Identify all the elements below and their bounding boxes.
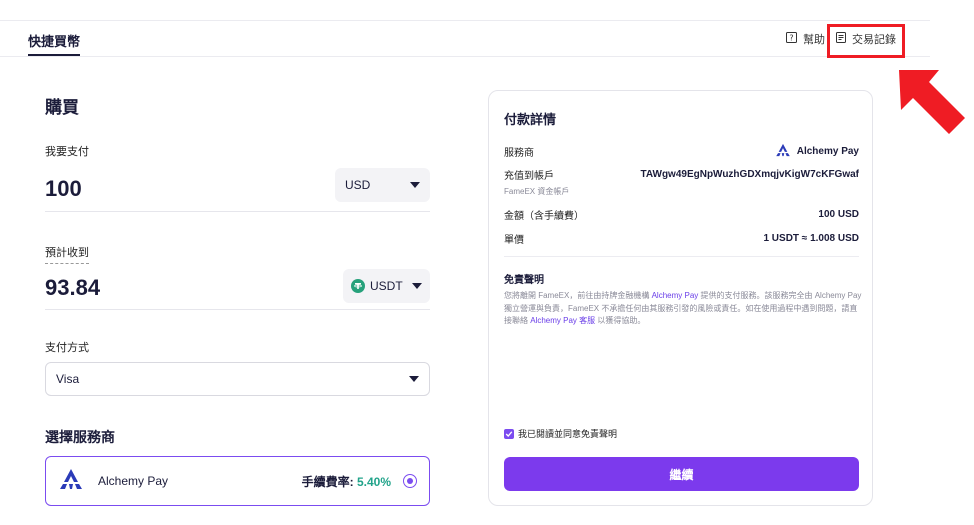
chevron-down-icon: [412, 283, 422, 289]
help-link[interactable]: ? 幫助: [786, 31, 825, 47]
details-amount-value: 100 USD: [818, 209, 859, 220]
details-account-label: 充值到帳戶: [504, 171, 554, 182]
provider-fee-label: 手續費率:: [301, 474, 354, 489]
details-provider-label: 服務商: [504, 148, 534, 159]
details-provider-row: 服務商 Alchemy Pay: [504, 143, 859, 160]
pay-currency-value: USD: [345, 178, 371, 192]
receive-currency-value: USDT: [370, 279, 403, 293]
payment-method-value: Visa: [56, 372, 80, 386]
agree-label: 我已閱讀並同意免責聲明: [518, 429, 618, 439]
details-provider-value: Alchemy Pay: [796, 146, 859, 157]
receive-label: 預計收到: [45, 244, 89, 264]
disclaimer-title: 免責聲明: [504, 275, 544, 286]
checkbox-checked-icon[interactable]: [504, 428, 514, 439]
provider-fee: 手續費率: 5.40%: [302, 473, 391, 490]
chevron-down-icon: [410, 182, 420, 188]
details-amount-row: 金額（含手續費） 100 USD: [504, 207, 859, 222]
payment-method-label: 支付方式: [45, 342, 89, 354]
help-icon: ?: [786, 32, 797, 46]
continue-button[interactable]: 繼續: [504, 457, 859, 491]
disclaimer-text: 您將離開 FameEX，前往由持牌金融機構 Alchemy Pay 提供的支付服…: [504, 290, 862, 328]
receive-currency-select[interactable]: USDT: [343, 269, 430, 303]
help-label: 幫助: [803, 34, 825, 46]
disclaimer-support-link[interactable]: Alchemy Pay 客服: [530, 316, 595, 325]
details-price-label: 單價: [504, 235, 524, 246]
details-price-row: 單價 1 USDT ≈ 1.008 USD: [504, 231, 859, 246]
chevron-down-icon: [409, 376, 419, 382]
pay-label: 我要支付: [45, 146, 89, 158]
details-title: 付款詳情: [504, 112, 557, 127]
tab-quick-buy[interactable]: 快捷買幣: [28, 31, 80, 50]
details-price-value: 1 USDT ≈ 1.008 USD: [763, 233, 859, 244]
pay-amount-input[interactable]: 100: [45, 176, 82, 202]
radio-selected-dot: [407, 478, 413, 484]
details-account-value: TAWgw49EgNpWuzhGDXmqjvKigW7cKFGwaf: [640, 169, 859, 180]
details-account-sub: FameEX 資金帳戶: [504, 187, 570, 196]
receive-underline: [45, 309, 430, 310]
receive-amount: 93.84: [45, 275, 101, 300]
provider-radio[interactable]: [403, 474, 417, 488]
provider-fee-value: 5.40%: [356, 474, 391, 489]
annotation-arrow-icon: [895, 66, 969, 143]
svg-text:?: ?: [789, 34, 793, 43]
buy-title: 購買: [45, 98, 79, 117]
annotation-highlight-box: [827, 24, 905, 58]
top-border: [0, 20, 930, 21]
details-divider: [504, 256, 859, 257]
payment-method-select[interactable]: Visa: [45, 362, 430, 396]
details-amount-label: 金額（含手續費）: [504, 211, 584, 222]
alchemy-pay-logo: [58, 468, 84, 495]
nav-divider: [0, 56, 930, 57]
disclaimer-alchemy-link[interactable]: Alchemy Pay: [652, 291, 699, 300]
alchemy-pay-logo: [775, 143, 791, 160]
pay-currency-select[interactable]: USD: [335, 168, 430, 202]
provider-section-title: 選擇服務商: [45, 429, 115, 445]
pay-underline: [45, 211, 430, 212]
provider-name: Alchemy Pay: [98, 474, 169, 488]
payment-details-panel: 付款詳情 服務商 Alchemy Pay 充值到帳戶 TAWgw49EgNpWu…: [488, 90, 873, 506]
details-account-row: 充值到帳戶 TAWgw49EgNpWuzhGDXmqjvKigW7cKFGwaf: [504, 167, 859, 182]
tether-icon: [351, 279, 365, 293]
provider-option-alchemy-pay[interactable]: Alchemy Pay 手續費率: 5.40%: [45, 456, 430, 506]
disclaimer-part-1: 您將離開 FameEX，前往由持牌金融機構: [504, 291, 652, 300]
agree-checkbox-row[interactable]: 我已閱讀並同意免責聲明: [504, 427, 617, 440]
disclaimer-part-3: 以獲得協助。: [595, 316, 646, 325]
